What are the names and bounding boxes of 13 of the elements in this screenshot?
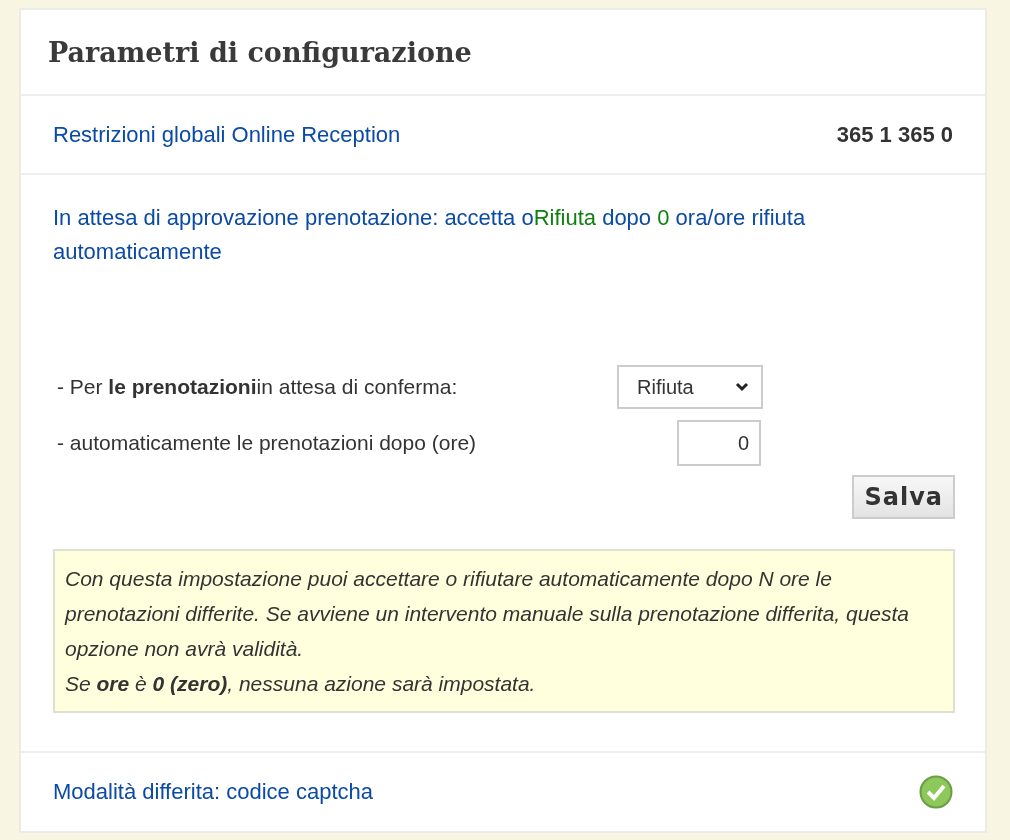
action-select[interactable]: Rifiuta — [617, 365, 763, 409]
hours-label: - automaticamente le prenotazioni dopo (ore) — [57, 431, 478, 455]
save-button[interactable]: Salva — [852, 475, 955, 519]
captcha-label: Modalità differita: codice captcha — [53, 779, 373, 805]
hint-text: Se ore è 0 (zero), nessuna azione sarà impostata. — [65, 671, 537, 697]
restrictions-label: Restrizioni globali Online Reception — [53, 121, 401, 148]
action-label: - Per le prenotazioniin attesa di conferma: — [57, 375, 459, 399]
section-heading: In attesa di approvazione prenotazione: accetta oRifiuta dopo 0 ora/ore rifiuta automaticamente — [53, 204, 807, 266]
hint-text: Con questa impostazione puoi accettare o rifiutare automaticamente dopo N ore le prenotazioni differite. Se avviene un intervento manuale sulla prenotazione differita, questa opzione non avrà validità. — [65, 566, 911, 662]
chevron-down-icon — [735, 382, 749, 392]
hours-input[interactable]: 0 — [677, 420, 761, 466]
panel-title: Parametri di configurazione — [48, 36, 472, 68]
restrictions-value: 365 1 365 0 — [836, 121, 953, 148]
